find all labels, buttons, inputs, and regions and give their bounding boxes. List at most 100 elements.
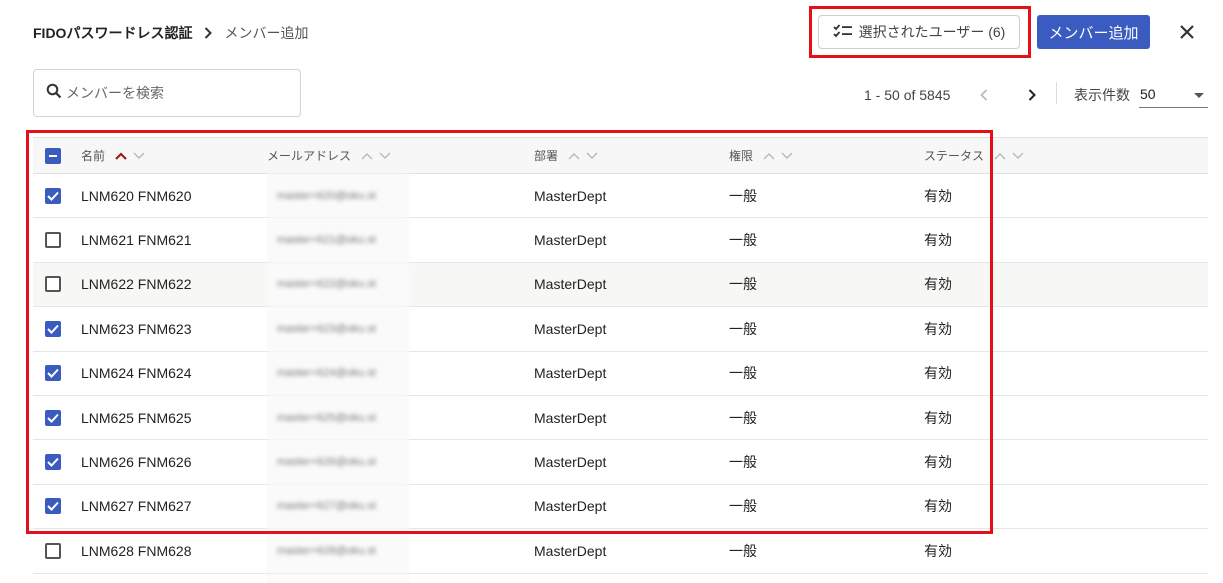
- member-name: LNM626 FNM626: [81, 454, 192, 471]
- member-role: 一般: [729, 276, 757, 293]
- member-dept: MasterDept: [534, 454, 607, 471]
- pagination-range: 1 - 50 of 5845: [864, 87, 951, 103]
- row-checkbox[interactable]: [45, 365, 61, 382]
- sort-desc-icon[interactable]: [1012, 151, 1024, 160]
- member-role: 一般: [729, 409, 757, 426]
- member-name: LNM624 FNM624: [81, 365, 192, 382]
- sort-asc-icon[interactable]: [115, 151, 127, 160]
- member-status: 有効: [924, 454, 952, 471]
- member-status: 有効: [924, 276, 952, 293]
- member-status: 有効: [924, 232, 952, 249]
- chevron-right-icon[interactable]: [1020, 83, 1044, 107]
- column-header-status[interactable]: ステータス: [924, 138, 1024, 173]
- row-checkbox[interactable]: [45, 187, 61, 204]
- member-name: LNM623 FNM623: [81, 320, 192, 337]
- sort-asc-icon[interactable]: [763, 152, 775, 160]
- select-all-checkbox[interactable]: [45, 147, 61, 164]
- sort-asc-icon[interactable]: [361, 152, 373, 160]
- column-header-name[interactable]: 名前: [81, 138, 145, 173]
- member-role: 一般: [729, 498, 757, 515]
- member-status: 有効: [924, 409, 952, 426]
- column-label: 名前: [81, 149, 106, 163]
- member-email: master+628@oku.st: [267, 529, 409, 573]
- row-checkbox[interactable]: [45, 232, 61, 249]
- table-row[interactable]: LNM628 FNM628 master+628@oku.st MasterDept…: [33, 529, 1208, 574]
- checklist-icon: [832, 23, 853, 41]
- row-checkbox[interactable]: [45, 498, 61, 515]
- member-email: master+623@oku.st: [267, 307, 409, 351]
- member-dept: MasterDept: [534, 276, 607, 293]
- member-email: master+626@oku.st: [267, 440, 409, 484]
- member-status: 有効: [924, 187, 952, 204]
- column-label: 部署: [534, 149, 559, 163]
- member-role: 一般: [729, 365, 757, 382]
- breadcrumb-current: メンバー追加: [224, 25, 309, 41]
- page-size-select[interactable]: 50: [1139, 80, 1208, 108]
- table-row[interactable]: LNM624 FNM624 master+624@oku.st MasterDept…: [33, 351, 1208, 396]
- table-row[interactable]: LNM625 FNM625 master+625@oku.st MasterDept…: [33, 395, 1208, 441]
- member-dept: MasterDept: [534, 409, 607, 426]
- member-role: 一般: [729, 187, 757, 204]
- column-label: メールアドレス: [267, 149, 352, 163]
- caret-down-icon: [1194, 86, 1204, 102]
- table-header: 名前 メールアドレス 部署 権限 ステータス: [33, 137, 1208, 174]
- member-dept: MasterDept: [534, 542, 607, 559]
- search-field[interactable]: [33, 69, 301, 117]
- search-input[interactable]: [66, 85, 286, 101]
- member-email: master+620@oku.st: [267, 174, 409, 218]
- row-checkbox[interactable]: [45, 276, 61, 293]
- member-email: master+625@oku.st: [267, 395, 409, 440]
- member-dept: MasterDept: [534, 232, 607, 249]
- sort-asc-icon[interactable]: [568, 152, 580, 160]
- member-table: 名前 メールアドレス 部署 権限 ステータス LNM620 FNM620 mas…: [33, 137, 1208, 583]
- member-name: LNM627 FNM627: [81, 498, 192, 515]
- selected-users-button[interactable]: 選択されたユーザー (6): [818, 15, 1020, 49]
- sort-desc-icon[interactable]: [133, 151, 145, 160]
- member-role: 一般: [729, 542, 757, 559]
- member-dept: MasterDept: [534, 498, 607, 515]
- breadcrumb-root[interactable]: FIDOパスワードレス認証: [33, 23, 192, 43]
- member-status: 有効: [924, 365, 952, 382]
- sort-desc-icon[interactable]: [379, 151, 391, 160]
- member-name: LNM622 FNM622: [81, 276, 192, 293]
- column-header-role[interactable]: 権限: [729, 138, 793, 173]
- table-row[interactable]: LNM620 FNM620 master+620@oku.st MasterDept…: [33, 174, 1208, 219]
- sort-desc-icon[interactable]: [781, 151, 793, 160]
- selected-users-label: 選択されたユーザー (6): [858, 24, 1006, 40]
- row-checkbox[interactable]: [45, 454, 61, 471]
- table-row[interactable]: LNM623 FNM623 master+623@oku.st MasterDept…: [33, 307, 1208, 352]
- table-row[interactable]: LNM627 FNM627 master+627@oku.st MasterDept…: [33, 484, 1208, 530]
- member-name: LNM621 FNM621: [81, 232, 192, 249]
- column-header-dept[interactable]: 部署: [534, 138, 598, 173]
- column-label: 権限: [729, 149, 754, 163]
- member-name: LNM625 FNM625: [81, 409, 192, 426]
- member-email: master+622@oku.st: [267, 262, 409, 307]
- table-body: LNM620 FNM620 master+620@oku.st MasterDept…: [33, 174, 1208, 574]
- breadcrumb: FIDOパスワードレス認証 メンバー追加: [33, 23, 308, 43]
- table-row[interactable]: LNM622 FNM622 master+622@oku.st MasterDept…: [33, 262, 1208, 308]
- row-checkbox[interactable]: [45, 409, 61, 426]
- member-status: 有効: [924, 320, 952, 337]
- column-label: ステータス: [924, 149, 985, 163]
- member-dept: MasterDept: [534, 365, 607, 382]
- search-icon: [46, 83, 62, 104]
- member-email: master+627@oku.st: [267, 484, 409, 529]
- table-row[interactable]: LNM626 FNM626 master+626@oku.st MasterDept…: [33, 440, 1208, 485]
- close-icon[interactable]: [1176, 21, 1198, 43]
- member-email: master+624@oku.st: [267, 351, 409, 395]
- column-header-email[interactable]: メールアドレス: [267, 138, 391, 173]
- sort-desc-icon[interactable]: [586, 151, 598, 160]
- row-checkbox[interactable]: [45, 542, 61, 559]
- row-checkbox[interactable]: [45, 320, 61, 337]
- member-role: 一般: [729, 320, 757, 337]
- table-row[interactable]: LNM621 FNM621 master+621@oku.st MasterDept…: [33, 218, 1208, 263]
- chevron-left-icon[interactable]: [972, 83, 996, 107]
- member-dept: MasterDept: [534, 320, 607, 337]
- member-status: 有効: [924, 498, 952, 515]
- sort-asc-icon[interactable]: [994, 152, 1006, 160]
- chevron-right-icon: [204, 26, 214, 40]
- divider: [1056, 82, 1057, 104]
- add-member-button[interactable]: メンバー追加: [1037, 15, 1150, 49]
- page-size-label: 表示件数: [1074, 87, 1130, 103]
- member-name: LNM628 FNM628: [81, 542, 192, 559]
